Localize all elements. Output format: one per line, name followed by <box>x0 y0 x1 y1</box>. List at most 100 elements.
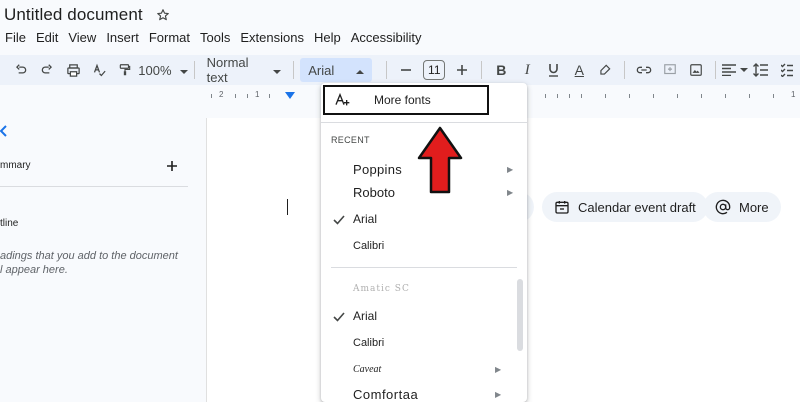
font-item-caveat[interactable]: Caveat ▶ <box>321 358 521 380</box>
more-fonts-menu-item[interactable]: More fonts <box>323 85 489 115</box>
add-comment-button[interactable] <box>657 57 683 83</box>
ruler-tick <box>269 94 270 98</box>
document-outline-sidebar: mmary tline adings that you add to the d… <box>0 110 200 402</box>
arrow-left-icon[interactable] <box>0 124 8 140</box>
ruler-tick <box>581 94 582 98</box>
spellcheck-button[interactable] <box>86 57 112 83</box>
plus-icon <box>167 161 177 171</box>
font-item-label: Caveat <box>353 363 382 375</box>
more-chip[interactable]: More <box>703 192 781 222</box>
font-item-arial[interactable]: Arial <box>321 208 521 230</box>
highlight-button[interactable] <box>592 57 618 83</box>
add-summary-button[interactable] <box>166 156 178 177</box>
sidebar-divider <box>0 186 188 187</box>
menu-edit[interactable]: Edit <box>31 30 63 45</box>
font-item-label: Calibri <box>353 337 385 349</box>
ruler-tick <box>605 94 606 98</box>
menu-scrollbar[interactable] <box>517 279 523 351</box>
outline-hint-line: adings that you add to the document <box>0 250 178 262</box>
calendar-event-draft-chip[interactable]: Calendar event draft <box>542 192 708 222</box>
ruler-tick <box>677 94 678 98</box>
undo-button[interactable] <box>8 57 34 83</box>
font-item-comfortaa[interactable]: Comfortaa ▶ <box>321 383 521 402</box>
font-item-calibri[interactable]: Calibri <box>321 235 521 257</box>
ruler-number: 2 <box>219 90 224 99</box>
font-select[interactable]: Arial <box>300 58 373 82</box>
zoom-select[interactable]: 100% <box>138 57 188 83</box>
text-cursor <box>287 199 288 215</box>
checklist-button[interactable] <box>774 57 800 83</box>
menu-insert[interactable]: Insert <box>101 30 144 45</box>
ruler-tick <box>557 94 558 98</box>
decrease-font-size-button[interactable] <box>393 57 419 83</box>
document-title[interactable]: Untitled document <box>0 5 143 25</box>
toolbar-divider <box>481 61 483 79</box>
zoom-value: 100% <box>138 62 172 78</box>
menu-extensions[interactable]: Extensions <box>235 30 309 45</box>
align-button[interactable] <box>721 57 748 83</box>
minus-icon <box>401 69 412 71</box>
bold-button[interactable]: B <box>488 57 514 83</box>
underline-button[interactable] <box>540 57 566 83</box>
chevron-down-icon <box>179 63 188 78</box>
calendar-icon <box>555 201 569 214</box>
print-button[interactable] <box>60 57 86 83</box>
menu-divider <box>321 122 527 123</box>
toolbar: 100% Normal text Arial 11 B I A <box>0 55 800 85</box>
menu-view[interactable]: View <box>63 30 101 45</box>
font-item-label: Amatic SC <box>353 284 410 294</box>
ruler-tick <box>211 94 212 98</box>
insert-link-button[interactable] <box>631 57 657 83</box>
font-size-input[interactable]: 11 <box>423 60 446 80</box>
toolbar-divider <box>193 61 195 79</box>
ruler-tick <box>653 94 654 98</box>
redo-button[interactable] <box>34 57 60 83</box>
more-fonts-label: More fonts <box>374 93 431 107</box>
menu-file[interactable]: File <box>0 30 31 45</box>
paragraph-style-value: Normal text <box>206 55 249 85</box>
outline-hint: adings that you add to the document l ap… <box>0 249 190 277</box>
annotation-arrow-up <box>417 126 463 194</box>
plus-icon <box>457 65 468 75</box>
italic-button[interactable]: I <box>514 57 540 83</box>
toolbar-divider <box>386 61 388 79</box>
checklist-icon <box>780 63 793 77</box>
increase-font-size-button[interactable] <box>449 57 475 83</box>
paragraph-style-select[interactable]: Normal text <box>201 55 288 85</box>
menu-format[interactable]: Format <box>144 30 195 45</box>
add-comment-icon <box>664 64 676 75</box>
ruler-tick <box>629 94 630 98</box>
font-item-amatic-sc[interactable]: Amatic SC <box>321 278 521 300</box>
ruler-number: 1 <box>255 90 260 99</box>
highlighter-icon <box>600 64 611 75</box>
toolbar-divider <box>293 61 295 79</box>
line-spacing-button[interactable] <box>748 57 774 83</box>
menu-bar: File Edit View Insert Format Tools Exten… <box>0 27 427 47</box>
print-icon <box>66 63 80 77</box>
outline-label: tline <box>0 218 19 229</box>
insert-image-button[interactable] <box>683 57 709 83</box>
align-left-icon <box>721 64 736 76</box>
chevron-right-icon: ▶ <box>507 164 514 174</box>
checkmark-icon <box>333 213 345 225</box>
chevron-down-icon <box>739 68 748 72</box>
ruler-tick <box>725 94 726 98</box>
menu-tools[interactable]: Tools <box>195 30 235 45</box>
ruler-tick <box>749 94 750 98</box>
menu-help[interactable]: Help <box>309 30 346 45</box>
checkmark-icon <box>333 310 345 322</box>
text-color-button[interactable]: A <box>566 57 592 83</box>
paint-format-icon <box>119 64 131 76</box>
title-bar: Untitled document <box>0 0 800 30</box>
ruler-tick <box>545 94 546 98</box>
summary-label: mmary <box>0 160 31 171</box>
font-item-calibri[interactable]: Calibri <box>321 332 521 354</box>
left-indent-marker[interactable] <box>285 92 295 99</box>
paint-format-button[interactable] <box>112 57 138 83</box>
underline-icon <box>548 64 558 77</box>
at-sign-icon <box>715 199 731 215</box>
image-icon <box>690 64 702 76</box>
menu-accessibility[interactable]: Accessibility <box>346 30 427 45</box>
star-icon[interactable] <box>155 7 171 23</box>
font-item-arial[interactable]: Arial <box>321 305 521 327</box>
